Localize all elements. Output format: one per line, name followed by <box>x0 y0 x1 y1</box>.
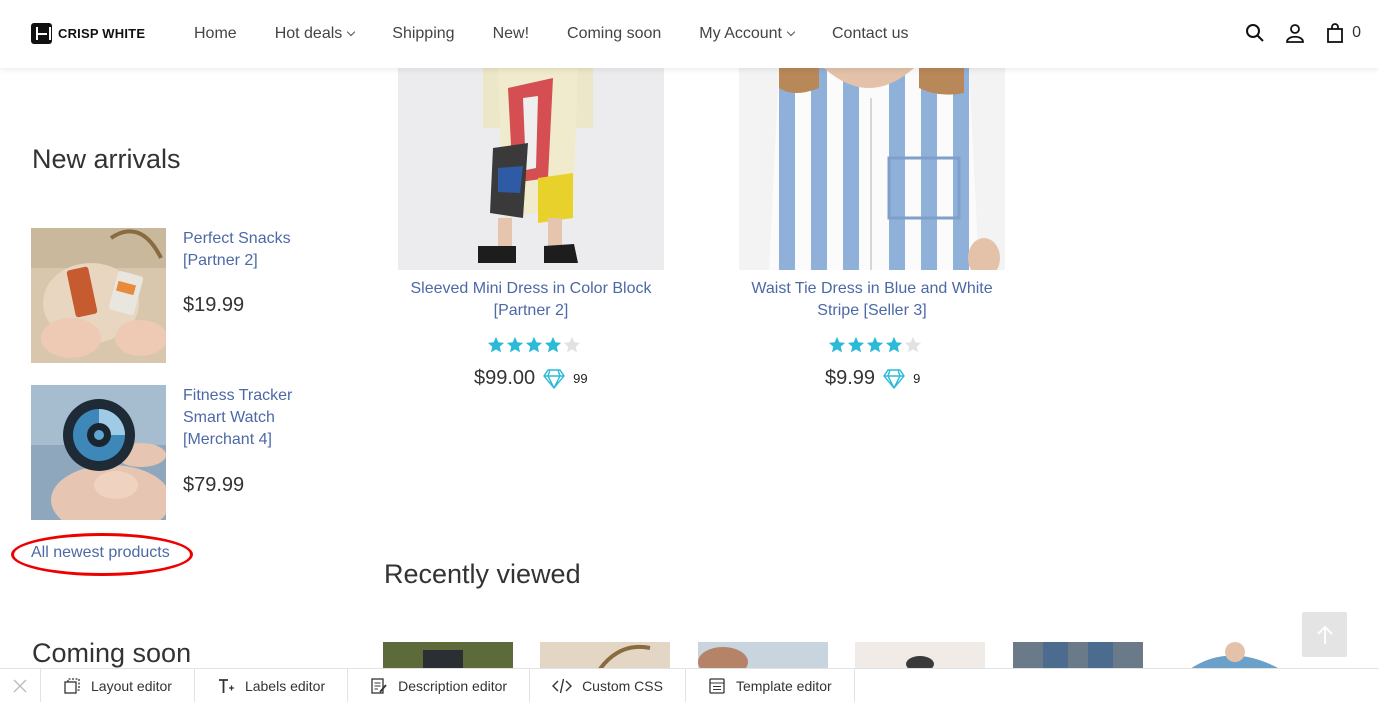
custom-css-button[interactable]: Custom CSS <box>530 669 686 702</box>
labels-editor-button[interactable]: Labels editor <box>195 669 349 702</box>
header-actions: 0 <box>1244 22 1361 44</box>
star-icon <box>544 336 562 353</box>
template-editor-button[interactable]: Template editor <box>686 669 855 702</box>
star-icon <box>487 336 505 353</box>
product-price: $9.99 <box>825 367 876 389</box>
chevron-down-icon <box>347 27 356 37</box>
logo[interactable]: CRISP WHITE <box>31 23 145 44</box>
recently-viewed-title: Recently viewed <box>384 559 581 589</box>
layout-icon <box>64 678 80 694</box>
code-icon <box>552 678 573 694</box>
nav-shipping[interactable]: Shipping <box>392 25 454 43</box>
user-icon[interactable] <box>1284 22 1306 44</box>
rating-stars <box>828 336 922 354</box>
reward-points: 99 <box>573 371 588 386</box>
product-image[interactable] <box>398 68 664 270</box>
nav-label: Hot deals <box>274 25 343 42</box>
close-toolbar-button[interactable] <box>0 669 41 702</box>
site-header: CRISP WHITE Home Hot deals Shipping New!… <box>0 0 1379 68</box>
star-icon <box>847 336 865 353</box>
logo-text: CRISP WHITE <box>58 26 146 41</box>
toolbar-label: Custom CSS <box>582 678 663 694</box>
product-thumbnail[interactable] <box>31 385 166 520</box>
star-icon <box>885 336 903 353</box>
nav-home[interactable]: Home <box>194 25 237 43</box>
product-price: $79.99 <box>183 474 245 496</box>
cart-count: 0 <box>1352 24 1361 41</box>
price-row: $99.00 99 <box>474 367 588 390</box>
nav-label: New! <box>492 25 530 42</box>
product-thumbnail[interactable] <box>31 228 166 363</box>
diamond-icon <box>543 368 566 389</box>
star-icon <box>828 336 846 353</box>
toolbar-label: Description editor <box>398 678 508 694</box>
annotation-ellipse <box>11 533 193 576</box>
text-icon <box>218 679 234 693</box>
nav-new[interactable]: New! <box>493 25 529 43</box>
chevron-down-icon <box>786 27 796 37</box>
star-icon <box>506 336 524 353</box>
recent-thumbnail[interactable] <box>1013 642 1143 669</box>
star-icon <box>866 336 884 353</box>
recent-thumbnail[interactable] <box>383 642 513 669</box>
rating-stars <box>487 336 581 354</box>
toolbar-label: Template editor <box>735 678 832 694</box>
nav-contact-us[interactable]: Contact us <box>832 25 908 43</box>
price-row: $9.99 9 <box>825 367 920 390</box>
recent-thumbnail[interactable] <box>540 642 670 669</box>
editor-toolbar: Layout editor Labels editor Description … <box>0 668 1379 702</box>
close-icon <box>13 679 27 693</box>
product-name-link[interactable]: Waist Tie Dress in Blue and White Stripe… <box>739 278 1005 322</box>
recent-thumbnail[interactable] <box>855 642 985 669</box>
product-name-link[interactable]: Sleeved Mini Dress in Color Block [Partn… <box>398 278 664 322</box>
cart-icon[interactable] <box>1324 22 1346 44</box>
product-name-link[interactable]: Fitness Tracker Smart Watch [Merchant 4] <box>183 385 313 451</box>
product-price: $19.99 <box>183 294 245 316</box>
nav-label: Home <box>194 25 237 42</box>
main-nav: Home Hot deals Shipping New! Coming soon… <box>194 0 908 68</box>
description-editor-button[interactable]: Description editor <box>348 669 531 702</box>
product-image[interactable] <box>739 68 1005 270</box>
nav-label: My Account <box>699 25 782 42</box>
nav-label: Coming soon <box>567 25 662 42</box>
toolbar-label: Labels editor <box>244 678 326 694</box>
template-icon <box>709 678 725 694</box>
nav-label: Contact us <box>832 25 909 42</box>
search-icon[interactable] <box>1244 22 1266 44</box>
recent-thumbnail[interactable] <box>698 642 828 669</box>
nav-label: Shipping <box>392 25 455 42</box>
edit-document-icon <box>371 678 387 694</box>
star-icon <box>525 336 543 353</box>
recent-thumbnail[interactable] <box>1170 642 1300 669</box>
star-empty-icon <box>904 336 922 353</box>
toolbar-label: Layout editor <box>91 678 172 694</box>
product-price: $99.00 <box>474 367 536 389</box>
scroll-to-top-button[interactable] <box>1302 612 1347 657</box>
product-name-link[interactable]: Perfect Snacks [Partner 2] <box>183 228 313 272</box>
nav-hot-deals[interactable]: Hot deals <box>274 25 356 43</box>
star-empty-icon <box>563 336 581 353</box>
logo-icon <box>31 23 52 44</box>
new-arrivals-title: New arrivals <box>32 144 181 174</box>
nav-coming-soon[interactable]: Coming soon <box>567 25 661 43</box>
diamond-icon <box>883 368 905 389</box>
nav-my-account[interactable]: My Account <box>699 25 796 43</box>
layout-editor-button[interactable]: Layout editor <box>41 669 195 702</box>
coming-soon-title: Coming soon <box>32 638 192 668</box>
arrow-up-icon <box>1316 625 1333 644</box>
reward-points: 9 <box>913 371 921 386</box>
